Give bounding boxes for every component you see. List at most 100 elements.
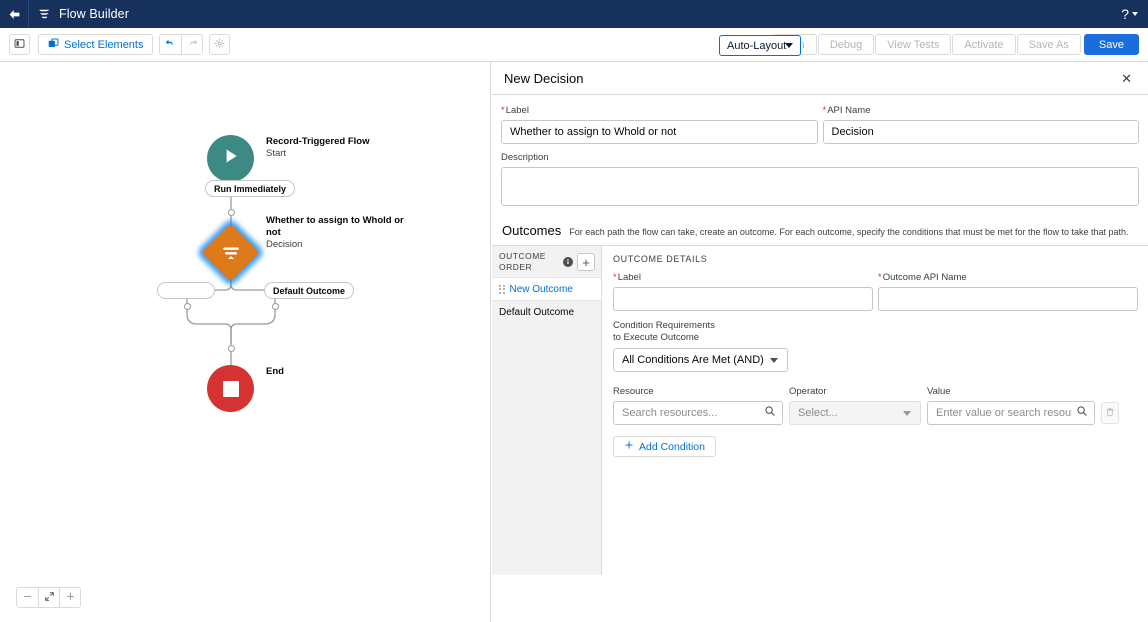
- zoom-in-button[interactable]: [59, 588, 80, 607]
- outcome-api-name-field-label: *Outcome API Name: [878, 272, 967, 283]
- resource-field-group: Resource: [613, 386, 783, 425]
- outcome-pill-default[interactable]: Default Outcome: [264, 282, 355, 299]
- drag-handle-icon[interactable]: [499, 284, 505, 294]
- outcome-list-item-label: New Outcome: [509, 283, 573, 295]
- add-condition-label: Add Condition: [639, 440, 705, 453]
- undo-icon: [165, 36, 176, 54]
- outcome-details-title: OUTCOME DETAILS: [613, 254, 708, 264]
- outcome-list-item-new[interactable]: New Outcome: [492, 277, 601, 300]
- decision-node[interactable]: [195, 217, 266, 288]
- description-field-group: Description: [501, 152, 1139, 211]
- back-button[interactable]: [0, 0, 28, 28]
- resource-input[interactable]: [613, 401, 783, 425]
- undo-button[interactable]: [160, 35, 182, 54]
- operator-select[interactable]: Select...: [789, 401, 921, 425]
- decision-node-subtitle: Decision: [266, 239, 303, 250]
- panel-toggle-icon: [14, 36, 25, 54]
- run-immediately-pill[interactable]: Run Immediately: [205, 180, 296, 197]
- outcome-label-api-row: *Label *Outcome API Name: [613, 272, 1138, 311]
- settings-button[interactable]: [209, 34, 231, 55]
- label-field-label: *Label: [501, 105, 529, 116]
- connector-dot-start[interactable]: [227, 209, 235, 216]
- chevron-down-icon: [770, 357, 778, 363]
- play-icon: [221, 146, 241, 171]
- decision-diamond-icon: [206, 228, 255, 277]
- outcome-details-column: OUTCOME DETAILS *Label *Outcome API Name…: [602, 246, 1148, 575]
- outcome-pill-new[interactable]: [157, 282, 215, 299]
- add-outcome-button[interactable]: +: [577, 253, 595, 271]
- panel-body: *Label *API Name Description Outcomes Fo…: [492, 95, 1148, 575]
- start-node-label: Record-Triggered Flow Start: [266, 136, 369, 160]
- save-as-button[interactable]: Save As: [1016, 34, 1081, 55]
- trash-icon: [1105, 404, 1115, 422]
- redo-icon: [187, 36, 198, 54]
- label-input[interactable]: [501, 120, 818, 144]
- zoom-out-button[interactable]: [17, 588, 38, 607]
- outcome-label-field-label: *Label: [613, 272, 641, 283]
- select-elements-icon: [48, 38, 59, 52]
- api-name-input[interactable]: [822, 120, 1139, 144]
- outcome-list-item-default[interactable]: Default Outcome: [492, 300, 601, 323]
- view-tests-button[interactable]: View Tests: [875, 34, 952, 55]
- connector-dot-merge[interactable]: [227, 345, 235, 352]
- operator-field-group: Operator Select...: [789, 386, 921, 425]
- start-node-subtitle: Start: [266, 148, 287, 159]
- outcome-api-name-input[interactable]: [878, 287, 1138, 311]
- chevron-down-icon[interactable]: [1132, 12, 1138, 16]
- plus-icon: [65, 589, 76, 607]
- start-node[interactable]: [207, 135, 254, 182]
- condition-row: Resource Operator Select...: [613, 386, 1138, 425]
- value-field-label: Value: [927, 386, 951, 397]
- plus-icon: +: [582, 254, 590, 270]
- outcomes-section-header: Outcomes For each path the flow can take…: [501, 223, 1139, 238]
- header-right-actions: ?: [1121, 7, 1148, 21]
- fit-to-view-button[interactable]: [38, 588, 59, 607]
- flow-builder-logo-icon: [29, 0, 59, 28]
- debug-button[interactable]: Debug: [817, 34, 875, 55]
- layout-mode-select[interactable]: Auto-Layout: [719, 35, 801, 56]
- layout-mode-wrapper: Auto-Layout: [719, 35, 801, 56]
- connector-dot-left[interactable]: [183, 303, 191, 310]
- add-condition-button[interactable]: Add Condition: [613, 436, 716, 457]
- delete-condition-button[interactable]: [1101, 402, 1119, 424]
- panel-title: New Decision: [504, 70, 584, 86]
- panel-toggle-button[interactable]: [9, 34, 30, 55]
- end-node-title: End: [266, 366, 284, 377]
- value-input[interactable]: [927, 401, 1095, 425]
- save-button[interactable]: Save: [1083, 34, 1139, 55]
- app-title: Flow Builder: [59, 7, 129, 21]
- required-marker: *: [878, 272, 882, 283]
- panel-header: New Decision ✕: [492, 62, 1148, 95]
- required-marker: *: [501, 105, 505, 116]
- decision-node-title: Whether to assign to Whold or not: [266, 215, 404, 238]
- condition-requirements-label: Condition Requirements to Execute Outcom…: [613, 320, 715, 343]
- description-textarea[interactable]: [501, 167, 1139, 206]
- undo-redo-group: [159, 34, 204, 55]
- condition-requirements-select[interactable]: All Conditions Are Met (AND): [613, 348, 788, 372]
- outcome-label-input[interactable]: [613, 287, 873, 311]
- flow-canvas[interactable]: Record-Triggered Flow Start Run Immediat…: [0, 62, 491, 622]
- decision-property-panel: New Decision ✕ *Label *API Name Descript…: [492, 62, 1148, 622]
- api-name-field-group: *API Name: [822, 105, 1139, 144]
- activate-button[interactable]: Activate: [952, 34, 1016, 55]
- close-icon[interactable]: ✕: [1117, 69, 1136, 88]
- select-elements-button[interactable]: Select Elements: [38, 34, 154, 55]
- end-node[interactable]: [207, 365, 254, 412]
- select-elements-label: Select Elements: [64, 38, 144, 51]
- help-question-icon[interactable]: ?: [1121, 7, 1129, 21]
- toolbar-actions: Run Debug View Tests Activate Save As Sa…: [772, 34, 1139, 55]
- start-node-title: Record-Triggered Flow: [266, 136, 370, 147]
- outcomes-box: OUTCOME ORDER i + New Outcome Default Ou…: [492, 245, 1148, 575]
- end-node-label: End: [266, 366, 284, 378]
- outcome-order-column: OUTCOME ORDER i + New Outcome Default Ou…: [492, 246, 602, 575]
- outcomes-title: Outcomes: [502, 223, 562, 238]
- resource-field-label: Resource: [613, 386, 654, 397]
- outcome-api-name-field-group: *Outcome API Name: [878, 272, 1138, 311]
- value-input-wrapper: [927, 401, 1095, 425]
- connector-dot-right[interactable]: [271, 303, 279, 310]
- info-icon[interactable]: i: [563, 257, 573, 267]
- label-field-group: *Label: [501, 105, 818, 144]
- outcome-order-header: OUTCOME ORDER i +: [492, 246, 601, 277]
- stop-square-icon: [222, 380, 239, 397]
- outcomes-help-text: For each path the flow can take, create …: [569, 227, 1129, 237]
